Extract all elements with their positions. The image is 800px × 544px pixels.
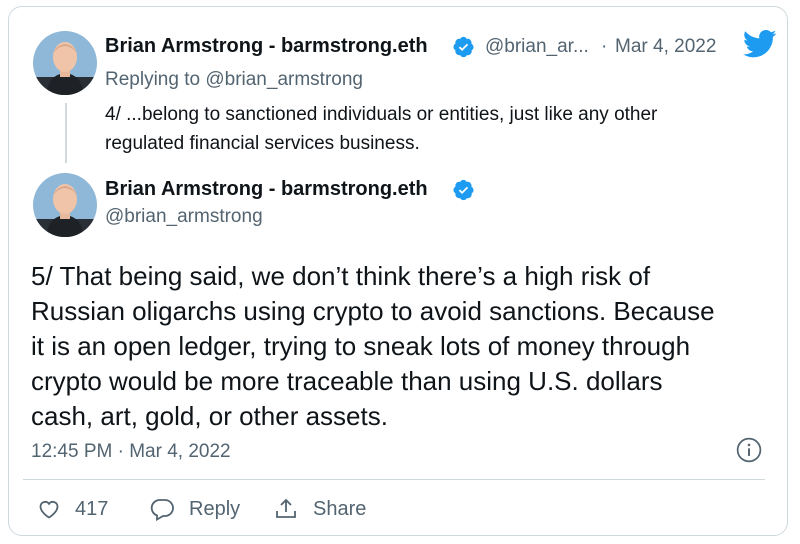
verified-badge-icon xyxy=(453,36,474,58)
main-tweet-text: 5/ That being said, we don’t think there… xyxy=(31,259,771,434)
author-handle[interactable]: @brian_armstrong xyxy=(105,206,263,228)
share-button[interactable]: Share xyxy=(273,495,366,523)
main-text-line: it is an open ledger, trying to sneak lo… xyxy=(31,331,691,361)
divider xyxy=(23,479,765,480)
reply-button[interactable]: Reply xyxy=(149,495,240,523)
main-text-line: 5/ That being said, we don’t think there… xyxy=(31,261,651,291)
author-handle[interactable]: @brian_ar... xyxy=(485,36,589,58)
avatar[interactable] xyxy=(33,173,97,237)
tweet-card: Brian Armstrong - barmstrong.eth @brian_… xyxy=(8,6,788,536)
reply-text-line: 4/ ...belong to sanctioned individuals o… xyxy=(105,104,658,125)
main-text-line: Russian oligarchs using crypto to avoid … xyxy=(31,296,715,326)
share-icon xyxy=(276,498,296,518)
tweet-date[interactable]: Mar 4, 2022 xyxy=(615,36,716,58)
reply-label: Reply xyxy=(189,497,241,520)
tweet-timestamp[interactable]: 12:45 PM · Mar 4, 2022 xyxy=(31,441,231,463)
date-separator: · xyxy=(601,36,608,57)
main-text-line: cash, art, gold, or other assets. xyxy=(31,401,388,431)
avatar[interactable] xyxy=(33,31,97,95)
avatar-image xyxy=(33,31,97,95)
main-text-line: crypto would be more traceable than usin… xyxy=(31,366,663,396)
heart-icon xyxy=(39,501,59,519)
info-icon[interactable] xyxy=(736,437,762,463)
share-label: Share xyxy=(313,497,367,520)
reply-bubble-icon xyxy=(150,499,174,521)
avatar-image xyxy=(33,173,97,237)
like-button[interactable]: 417 xyxy=(37,495,108,523)
reply-tweet-text: 4/ ...belong to sanctioned individuals o… xyxy=(105,100,745,158)
author-name[interactable]: Brian Armstrong - barmstrong.eth xyxy=(105,35,428,58)
reply-text-line: regulated financial services business. xyxy=(105,133,420,154)
author-name[interactable]: Brian Armstrong - barmstrong.eth xyxy=(105,178,428,201)
thread-connector-line xyxy=(65,103,67,163)
replying-to[interactable]: Replying to @brian_armstrong xyxy=(105,69,363,91)
twitter-bird-icon[interactable] xyxy=(743,29,777,59)
like-count: 417 xyxy=(75,497,109,520)
verified-badge-icon xyxy=(453,179,474,201)
